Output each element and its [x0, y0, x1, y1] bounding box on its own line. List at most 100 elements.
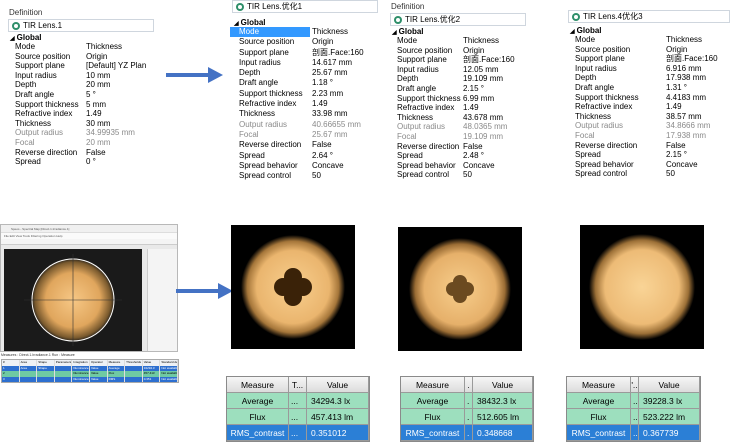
property-value[interactable]: Thickness — [310, 27, 380, 37]
property-row[interactable]: Spread 2.15 ° — [566, 150, 732, 160]
table-row[interactable]: Average... 34294.3 lx — [227, 393, 369, 409]
property-row[interactable]: Spread control 50 — [230, 171, 380, 181]
property-row[interactable]: Support plane 剖面.Face:160 — [388, 55, 528, 65]
property-row[interactable]: Reverse direction False — [566, 141, 732, 151]
property-value[interactable]: 19.109 mm — [461, 132, 528, 142]
property-value[interactable]: False — [310, 140, 380, 150]
property-value[interactable]: 剖面.Face:160 — [461, 55, 528, 65]
property-row[interactable]: Depth 19.109 mm — [388, 74, 528, 84]
small-measure-table[interactable]: # Area Shape Parameters Integration Operator M… — [1, 359, 179, 383]
property-value[interactable]: 34.8666 mm — [664, 121, 732, 131]
property-value[interactable]: 19.109 mm — [461, 74, 528, 84]
property-row[interactable]: Thickness 38.57 mm — [566, 112, 732, 122]
property-row[interactable]: Support plane 剖面.Face:160 — [566, 54, 732, 64]
property-row[interactable]: Mode Thickness — [566, 35, 732, 45]
property-row[interactable]: Output radius 48.0365 mm — [388, 122, 528, 132]
property-value[interactable]: 33.98 mm — [310, 109, 380, 119]
property-value[interactable]: 剖面.Face:160 — [310, 48, 380, 58]
property-row[interactable]: Input radius 10 mm — [6, 71, 156, 81]
property-value[interactable]: 1.49 — [84, 109, 156, 119]
measure-table-3[interactable]: Measure '.. Value Average.. 39228.3 lx Flux..… — [566, 376, 701, 442]
table-row[interactable]: RMS_contrast... 0.351012 — [227, 425, 369, 441]
property-value[interactable]: 20 mm — [84, 80, 156, 90]
property-value[interactable]: 12.05 mm — [461, 65, 528, 75]
table-row[interactable]: RMS_contrast. 0.348668 — [401, 425, 533, 441]
property-row[interactable]: Spread 2.64 ° — [230, 151, 380, 161]
property-value[interactable]: 2.23 mm — [310, 89, 380, 99]
property-value[interactable]: 50 — [461, 170, 528, 180]
property-value[interactable]: 2.64 ° — [310, 151, 380, 161]
property-value[interactable]: 2.15 ° — [461, 84, 528, 94]
property-row[interactable]: Spread control 50 — [566, 169, 732, 179]
property-value[interactable]: 48.0365 mm — [461, 122, 528, 132]
collapse-triangle-icon[interactable]: ◢ — [392, 29, 397, 36]
property-value[interactable]: 25.67 mm — [310, 130, 380, 140]
measure-table-2[interactable]: Measure. Value Average. 38432.3 lx Flux. 512.… — [400, 376, 534, 442]
group-header[interactable]: ◢ Global — [566, 25, 732, 35]
property-row[interactable]: Input radius 6.916 mm — [566, 64, 732, 74]
property-row[interactable]: Mode Thickness — [230, 27, 380, 38]
property-row[interactable]: Thickness 43.678 mm — [388, 113, 528, 123]
property-row[interactable]: Refractive index 1.49 — [388, 103, 528, 113]
column-header[interactable]: Value — [307, 377, 369, 393]
property-value[interactable]: 40.66655 mm — [310, 120, 380, 130]
lens-name-bar[interactable]: TIR Lens.优化1 — [232, 0, 378, 13]
property-value[interactable]: 1.49 — [461, 103, 528, 113]
property-row[interactable]: Support thickness 6.99 mm — [388, 94, 528, 104]
property-row[interactable]: Output radius 40.66655 mm — [230, 120, 380, 130]
property-value[interactable]: 2.15 ° — [664, 150, 732, 160]
property-value[interactable]: Origin — [664, 45, 732, 55]
property-row[interactable]: Draft angle 1.31 ° — [566, 83, 732, 93]
column-header[interactable]: '.. — [631, 377, 639, 393]
property-row[interactable]: Refractive index 1.49 — [230, 99, 380, 109]
collapse-triangle-icon[interactable]: ◢ — [570, 28, 575, 35]
property-row[interactable]: Reverse direction False — [388, 142, 528, 152]
property-value[interactable]: Origin — [84, 52, 156, 62]
property-value[interactable]: 25.67 mm — [310, 68, 380, 78]
property-row[interactable]: Spread 2.48 ° — [388, 151, 528, 161]
property-value[interactable]: Concave — [461, 161, 528, 171]
property-row[interactable]: Source position Origin — [230, 37, 380, 47]
collapse-triangle-icon[interactable]: ◢ — [10, 35, 15, 42]
property-row[interactable]: Depth 25.67 mm — [230, 68, 380, 78]
column-header[interactable]: Measure — [401, 377, 465, 393]
column-header[interactable]: . — [465, 377, 473, 393]
property-row[interactable]: Output radius 34.99935 mm — [6, 128, 156, 138]
property-value[interactable]: 30 mm — [84, 119, 156, 129]
property-value[interactable]: 0 ° — [84, 157, 156, 167]
property-row[interactable]: Draft angle 1.18 ° — [230, 78, 380, 88]
property-row[interactable]: Source position Origin — [388, 46, 528, 56]
property-value[interactable]: False — [84, 148, 156, 158]
property-value[interactable]: 43.678 mm — [461, 113, 528, 123]
property-row[interactable]: Spread control 50 — [388, 170, 528, 180]
irradiance-plot[interactable] — [4, 249, 142, 351]
property-value[interactable]: 2.48 ° — [461, 151, 528, 161]
lens-name-bar[interactable]: TIR Lens.4优化3 — [568, 10, 730, 23]
property-row[interactable]: Draft angle 2.15 ° — [388, 84, 528, 94]
property-row[interactable]: Support thickness 2.23 mm — [230, 89, 380, 99]
property-value[interactable]: 50 — [310, 171, 380, 181]
property-value[interactable]: 14.617 mm — [310, 58, 380, 68]
column-header[interactable]: Value — [639, 377, 700, 393]
property-row[interactable]: Refractive index 1.49 — [6, 109, 156, 119]
property-row[interactable]: Spread behavior Concave — [230, 161, 380, 171]
property-value[interactable]: Origin — [310, 37, 380, 47]
group-header[interactable]: ◢ Global — [230, 17, 380, 27]
column-header[interactable]: Measure — [567, 377, 631, 393]
property-value[interactable]: 34.99935 mm — [84, 128, 156, 138]
property-value[interactable]: 17.938 mm — [664, 73, 732, 83]
property-row[interactable]: Input radius 12.05 mm — [388, 65, 528, 75]
property-row[interactable]: Support plane 剖面.Face:160 — [230, 48, 380, 58]
property-value[interactable]: Thickness — [461, 36, 528, 46]
group-header[interactable]: ◢ Global — [6, 32, 156, 42]
table-row[interactable]: Flux... 457.413 lm — [227, 409, 369, 425]
collapse-triangle-icon[interactable]: ◢ — [234, 20, 239, 27]
property-row[interactable]: Support thickness 4.4183 mm — [566, 93, 732, 103]
measure-table-1[interactable]: Measure T... Value Average... 34294.3 lx Flux… — [226, 376, 370, 442]
property-value[interactable]: 38.57 mm — [664, 112, 732, 122]
table-row[interactable]: Average. 38432.3 lx — [401, 393, 533, 409]
property-row[interactable]: Depth 20 mm — [6, 80, 156, 90]
property-value[interactable]: 5 mm — [84, 100, 156, 110]
lens-name-bar[interactable]: TIR Lens.1 — [8, 19, 154, 32]
property-value[interactable]: 20 mm — [84, 138, 156, 148]
